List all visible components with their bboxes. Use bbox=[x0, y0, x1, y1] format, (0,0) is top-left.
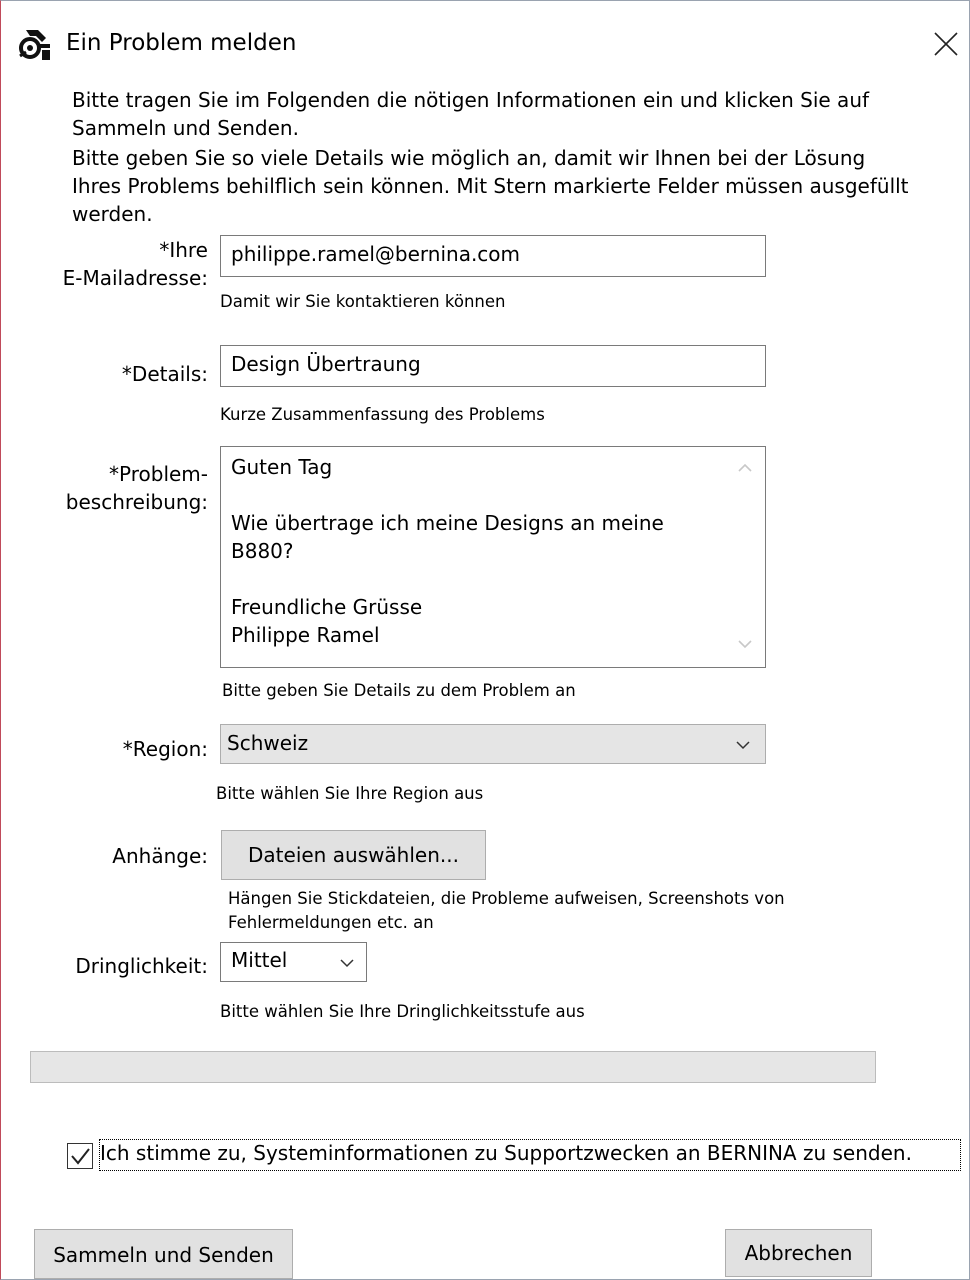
region-hint: Bitte wählen Sie Ihre Region aus bbox=[216, 784, 484, 803]
details-field[interactable]: Design Übertraung bbox=[220, 345, 766, 387]
close-icon bbox=[934, 32, 958, 56]
details-label: *Details: bbox=[121, 362, 208, 386]
sewing-machine-icon bbox=[16, 26, 54, 62]
intro-text: Bitte tragen Sie im Folgenden die nötige… bbox=[72, 86, 962, 228]
consent-label: Ich stimme zu, Systeminformationen zu Su… bbox=[100, 1141, 912, 1165]
intro-line: Ihres Problems behilflich sein können. M… bbox=[72, 174, 909, 198]
checkmark-icon bbox=[71, 1148, 90, 1165]
chevron-down-icon bbox=[340, 959, 354, 968]
description-scrollbar[interactable] bbox=[725, 447, 765, 667]
description-textarea[interactable]: Guten Tag Wie übertrage ich meine Design… bbox=[220, 446, 766, 668]
close-button[interactable] bbox=[920, 22, 968, 64]
description-label-line1: *Problem- bbox=[109, 462, 208, 486]
choose-files-button[interactable]: Dateien auswählen... bbox=[221, 830, 486, 880]
description-label: *Problem- beschreibung: bbox=[20, 460, 208, 516]
email-field[interactable]: philippe.ramel@bernina.com bbox=[220, 235, 766, 277]
cancel-button[interactable]: Abbrechen bbox=[725, 1229, 872, 1277]
urgency-hint: Bitte wählen Sie Ihre Dringlichkeitsstuf… bbox=[220, 1002, 585, 1021]
attachments-hint: Hängen Sie Stickdateien, die Probleme au… bbox=[228, 887, 785, 935]
intro-line: werden. bbox=[72, 202, 153, 226]
urgency-value: Mittel bbox=[231, 948, 288, 972]
collect-and-send-button[interactable]: Sammeln und Senden bbox=[34, 1229, 293, 1279]
email-hint: Damit wir Sie kontaktieren können bbox=[220, 292, 506, 311]
consent-checkbox[interactable] bbox=[67, 1143, 93, 1169]
attachments-hint-line2: Fehlermeldungen etc. an bbox=[228, 913, 434, 932]
consent-label-wrapper[interactable]: Ich stimme zu, Systeminformationen zu Su… bbox=[99, 1139, 961, 1171]
details-hint: Kurze Zusammenfassung des Problems bbox=[220, 405, 545, 424]
email-label-line1: *Ihre bbox=[159, 238, 208, 262]
description-hint: Bitte geben Sie Details zu dem Problem a… bbox=[222, 681, 576, 700]
window-title: Ein Problem melden bbox=[66, 30, 297, 56]
scroll-up-icon[interactable] bbox=[737, 461, 753, 473]
attachments-hint-line1: Hängen Sie Stickdateien, die Probleme au… bbox=[228, 889, 785, 908]
scroll-down-icon[interactable] bbox=[737, 639, 753, 651]
region-value: Schweiz bbox=[227, 731, 309, 755]
urgency-label: Dringlichkeit: bbox=[75, 954, 208, 978]
intro-line: Sammeln und Senden. bbox=[72, 116, 299, 140]
email-label-line2: E-Mailadresse: bbox=[62, 266, 208, 290]
intro-line: Bitte tragen Sie im Folgenden die nötige… bbox=[72, 88, 870, 112]
urgency-select[interactable]: Mittel bbox=[220, 942, 367, 982]
intro-line: Bitte geben Sie so viele Details wie mög… bbox=[72, 146, 866, 170]
description-text: Guten Tag Wie übertrage ich meine Design… bbox=[231, 455, 664, 647]
region-select[interactable]: Schweiz bbox=[220, 724, 766, 764]
progress-bar bbox=[30, 1051, 876, 1083]
description-label-line2: beschreibung: bbox=[65, 490, 208, 514]
region-label: *Region: bbox=[122, 737, 208, 761]
chevron-down-icon bbox=[736, 741, 750, 750]
attachments-label: Anhänge: bbox=[112, 844, 208, 868]
email-label: *Ihre E-Mailadresse: bbox=[20, 236, 208, 292]
